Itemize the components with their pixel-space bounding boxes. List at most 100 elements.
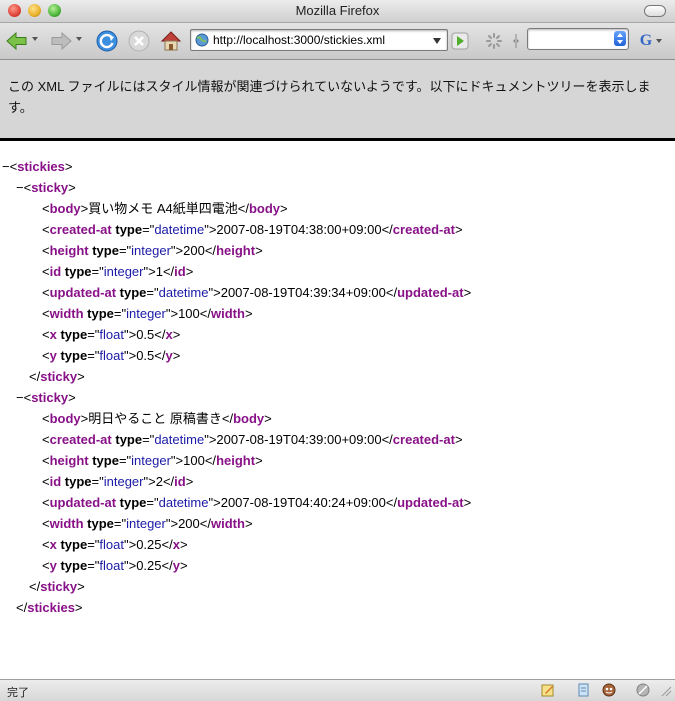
xml-field-line: <height type="integer">200</height> [0,240,675,261]
xml-field-line: <created-at type="datetime">2007-08-19T0… [0,429,675,450]
tag-open-bracket: </ [204,243,217,258]
tag-open-bracket: < [42,327,50,342]
attribute-quote: =" [87,558,100,573]
go-button[interactable] [450,28,470,54]
tag-name: height [216,453,256,468]
tag-name: y [49,558,57,573]
element-text: 200 [178,516,200,531]
tag-name: id [174,474,186,489]
tag-close-bracket: > [454,432,463,447]
tag-name: stickies [17,159,65,174]
url-history-dropdown[interactable] [433,38,441,44]
search-engine-button[interactable]: G [636,28,666,54]
forward-arrow-icon [51,31,72,51]
tag-close-bracket: > [244,516,253,531]
tag-close-bracket: > [170,306,179,321]
collapse-toggle[interactable]: − [16,180,24,195]
globe-icon [195,33,209,47]
tag-open-bracket: </ [29,579,41,594]
xml-field-line: <width type="integer">200</width> [0,513,675,534]
attribute-quote: =" [113,306,127,321]
tag-name: height [49,453,89,468]
reload-icon [96,30,118,52]
attribute-name: type [92,453,119,468]
forward-button[interactable] [48,28,74,54]
xml-field-line: <body>明日やること 原稿書き</body> [0,408,675,429]
xml-field-line: <x type="float">0.5</x> [0,324,675,345]
xml-field-line: <width type="integer">100</width> [0,303,675,324]
xml-field-line: <y type="float">0.5</y> [0,345,675,366]
throbber-icon [486,33,502,49]
tag-open-bracket: < [42,348,50,363]
tag-name: y [172,558,180,573]
greasemonkey-icon[interactable] [602,683,616,697]
attribute-value: integer [126,516,166,531]
stop-button[interactable] [126,28,152,54]
xml-field-line: <y type="float">0.25</y> [0,555,675,576]
window-title: Mozilla Firefox [295,3,380,18]
tag-name: width [211,306,245,321]
tag-open-bracket: </ [221,411,234,426]
element-text: 2007-08-19T04:39:34+09:00 [220,285,386,300]
tag-name: x [165,327,173,342]
tag-close-bracket: > [68,180,76,195]
element-text: 2007-08-19T04:38:00+09:00 [216,222,382,237]
attribute-value: integer [103,474,144,489]
element-text: 200 [183,243,205,258]
attribute-value: integer [131,453,171,468]
tag-close-bracket: > [148,474,156,489]
window-resize-grip-icon[interactable] [660,685,672,697]
tag-open-bracket: </ [16,600,28,615]
attribute-quote: =" [91,264,104,279]
search-engine-stepper[interactable] [614,31,626,46]
banner-message: この XML ファイルにはスタイル情報が関連づけられていないようです。以下にドキ… [8,79,651,115]
forward-history-dropdown[interactable] [76,37,82,41]
xml-element-close: </sticky> [0,366,675,387]
home-icon [160,31,182,51]
attribute-quote: =" [146,285,159,300]
tag-name: width [211,516,245,531]
attribute-name: type [87,306,114,321]
collapse-toggle[interactable]: − [16,390,24,405]
url-bar[interactable]: http://localhost:3000/stickies.xml [190,29,448,51]
tag-open-bracket: < [42,264,50,279]
edit-note-icon[interactable] [541,683,555,697]
tag-name: updated-at [397,285,464,300]
tag-name: body [233,411,265,426]
attribute-value: float [99,558,124,573]
tag-open-bracket: < [42,243,50,258]
tag-open-bracket: </ [385,495,398,510]
search-input[interactable] [527,28,629,50]
back-button[interactable] [4,28,30,54]
tag-open-bracket: < [42,285,50,300]
reload-button[interactable] [94,28,120,54]
tag-name: height [216,243,256,258]
tag-name: height [49,243,89,258]
tag-open-bracket: < [42,453,50,468]
home-button[interactable] [158,28,184,54]
collapse-toggle[interactable]: − [2,159,10,174]
element-text: 2007-08-19T04:39:00+09:00 [216,432,382,447]
tag-open-bracket: < [42,222,50,237]
tag-close-bracket: > [170,516,179,531]
attribute-name: type [60,348,88,363]
page-info-icon[interactable] [576,683,590,697]
tag-name: created-at [49,432,112,447]
attribute-quote: =" [142,432,155,447]
tag-name: x [49,327,57,342]
element-text: 1 [155,264,163,279]
xml-field-line: <id type="integer">2</id> [0,471,675,492]
attribute-name: type [119,495,147,510]
back-history-dropdown[interactable] [32,37,38,41]
toolbar-toggle-button[interactable] [644,5,666,17]
tag-close-bracket: > [213,495,221,510]
xml-field-line: <updated-at type="datetime">2007-08-19T0… [0,282,675,303]
toolbar-resize-handle[interactable] [511,28,521,54]
tag-close-bracket: > [463,285,472,300]
javascript-disabled-icon[interactable] [636,683,650,697]
attribute-value: float [99,327,124,342]
attribute-quote: =" [87,327,100,342]
tag-close-bracket: > [255,243,263,258]
tag-close-bracket: > [175,243,184,258]
url-text[interactable]: http://localhost:3000/stickies.xml [213,33,385,47]
